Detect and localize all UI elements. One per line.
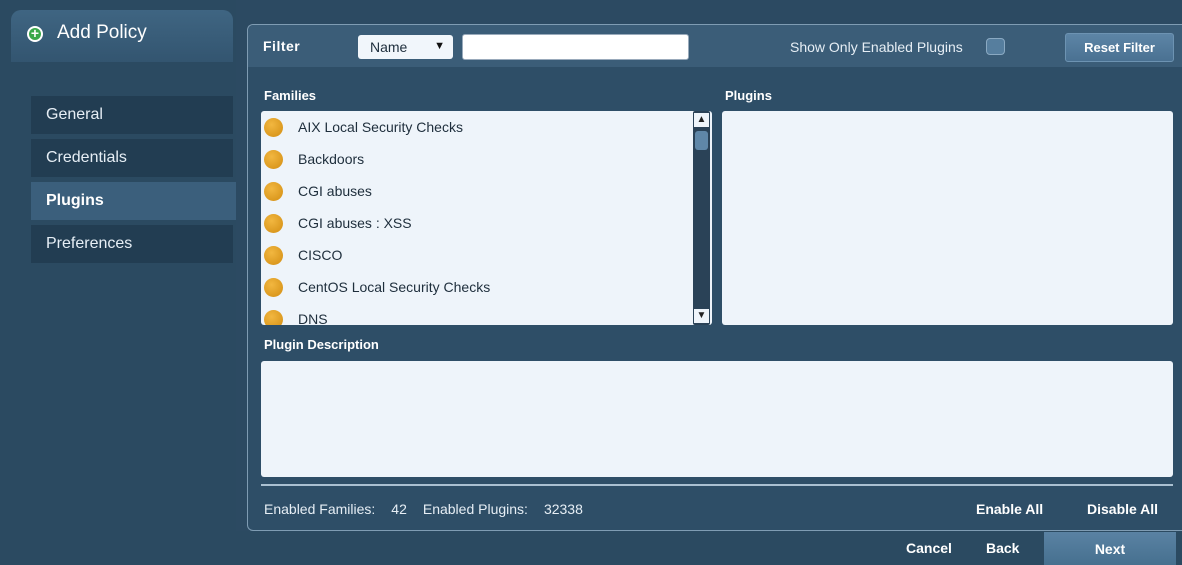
show-enabled-checkbox[interactable]: [986, 38, 1005, 55]
family-name: AIX Local Security Checks: [298, 119, 463, 135]
filter-bar: Filter Name ▼ Show Only Enabled Plugins …: [248, 25, 1182, 67]
status-dot-icon: [264, 117, 283, 137]
sidebar-item-plugins[interactable]: Plugins: [31, 182, 236, 220]
family-name: CGI abuses: [298, 183, 372, 199]
status-dot-icon: [264, 149, 283, 169]
list-item[interactable]: CentOS Local Security Checks: [261, 271, 712, 303]
status-dot-icon: [264, 213, 283, 233]
families-label: Families: [264, 88, 317, 103]
enabled-families-count: 42: [391, 501, 407, 517]
plugins-list: [722, 111, 1173, 325]
list-item[interactable]: CGI abuses: [261, 175, 712, 207]
families-list: AIX Local Security Checks Backdoors CGI …: [261, 111, 712, 325]
back-button[interactable]: Back: [986, 540, 1019, 556]
filter-input[interactable]: [462, 34, 689, 60]
filter-label: Filter: [263, 38, 301, 54]
status-dot-icon: [264, 309, 283, 325]
sidebar-item-preferences[interactable]: Preferences: [31, 225, 233, 263]
scroll-thumb[interactable]: [695, 131, 708, 150]
plugin-description-box: [261, 361, 1173, 477]
family-name: DNS: [298, 311, 328, 325]
status-dot-icon: [264, 277, 283, 297]
family-name: CentOS Local Security Checks: [298, 279, 491, 295]
enabled-stats: Enabled Families: 42 Enabled Plugins: 32338: [264, 501, 599, 517]
filter-field-value: Name: [370, 39, 408, 55]
scroll-down-icon[interactable]: ▼: [694, 309, 709, 323]
status-dot-icon: [264, 245, 283, 265]
family-name: CGI abuses : XSS: [298, 215, 412, 231]
add-icon: [27, 24, 43, 42]
reset-filter-button[interactable]: Reset Filter: [1065, 33, 1174, 62]
sidebar-item-general[interactable]: General: [31, 96, 233, 134]
family-name: Backdoors: [298, 151, 365, 167]
scroll-up-icon[interactable]: ▲: [694, 113, 709, 127]
enabled-plugins-label: Enabled Plugins:: [422, 501, 528, 517]
cancel-button[interactable]: Cancel: [906, 540, 952, 556]
sidebar-item-label: General: [46, 106, 103, 123]
sidebar-item-credentials[interactable]: Credentials: [31, 139, 233, 177]
enable-all-button[interactable]: Enable All: [976, 501, 1043, 517]
add-policy-title: Add Policy: [57, 22, 147, 43]
dropdown-arrow-icon: ▼: [434, 40, 445, 52]
sidebar: Add Policy General Credentials Plugins P…: [0, 0, 236, 565]
status-dot-icon: [264, 181, 283, 201]
sidebar-item-label: Plugins: [46, 192, 104, 209]
disable-all-button[interactable]: Disable All: [1087, 501, 1158, 517]
plugins-panel: Filter Name ▼ Show Only Enabled Plugins …: [247, 24, 1182, 531]
sidebar-nav: General Credentials Plugins Preferences: [31, 96, 236, 268]
show-enabled-label: Show Only Enabled Plugins: [790, 39, 963, 55]
plugins-label: Plugins: [725, 88, 772, 103]
list-item[interactable]: DNS: [261, 303, 712, 325]
enabled-plugins-count: 32338: [543, 501, 583, 517]
family-name: CISCO: [298, 247, 343, 263]
list-item[interactable]: CGI abuses : XSS: [261, 207, 712, 239]
sidebar-item-label: Preferences: [46, 235, 133, 252]
next-button[interactable]: Next: [1044, 532, 1176, 565]
bottom-bar: [236, 531, 1182, 565]
plugin-description-label: Plugin Description: [264, 337, 379, 352]
divider: [261, 484, 1173, 486]
filter-field-select[interactable]: Name ▼: [358, 35, 453, 59]
sidebar-item-label: Credentials: [46, 149, 127, 166]
list-item[interactable]: CISCO: [261, 239, 712, 271]
families-scrollbar[interactable]: ▲ ▼: [693, 111, 710, 325]
add-policy-header: Add Policy: [11, 10, 233, 62]
enabled-families-label: Enabled Families:: [264, 501, 376, 517]
list-item[interactable]: Backdoors: [261, 143, 712, 175]
list-item[interactable]: AIX Local Security Checks: [261, 111, 712, 143]
